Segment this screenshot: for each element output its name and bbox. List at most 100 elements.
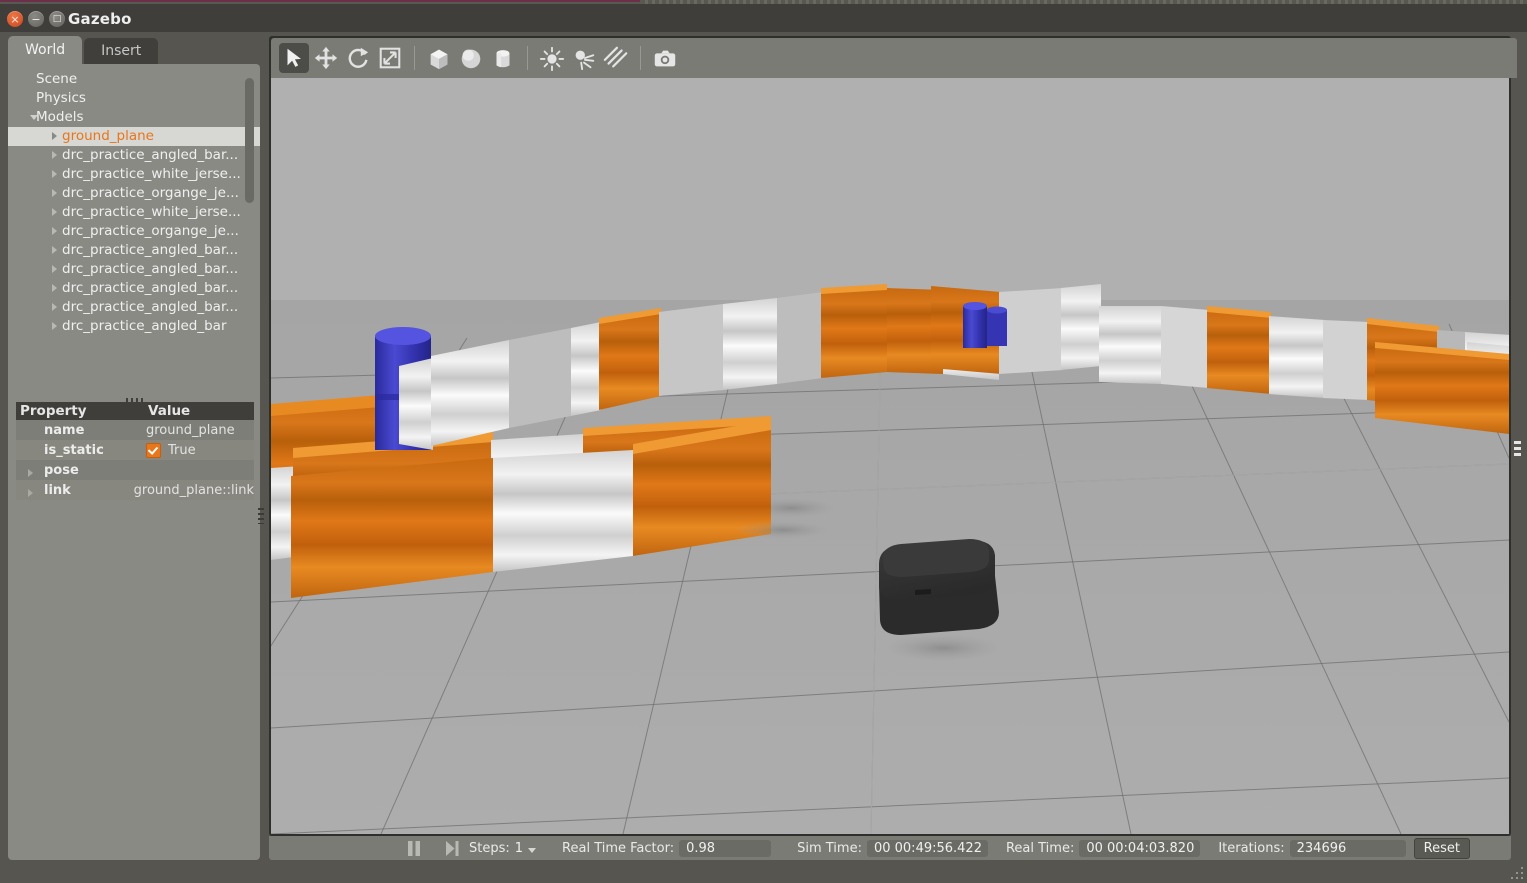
tree-item-drc_practice_angled_bar[interactable]: drc_practice_angled_bar...: [8, 279, 260, 298]
sim-time-value: 00 00:49:56.422: [867, 840, 988, 857]
rotate-button[interactable]: [343, 43, 373, 73]
directional-light-icon: [603, 45, 629, 71]
tree-item-drc_practice_angled_bar[interactable]: drc_practice_angled_bar...: [8, 260, 260, 279]
tree-item-drc_practice_angled_bar[interactable]: drc_practice_angled_bar...: [8, 146, 260, 165]
directional-light-button[interactable]: [601, 43, 631, 73]
3d-scene: [271, 78, 1509, 834]
property-name-label: name: [44, 423, 84, 438]
chevron-right-icon[interactable]: [28, 469, 33, 477]
tree-item-physics[interactable]: Physics: [8, 89, 260, 108]
point-light-button[interactable]: [537, 43, 567, 73]
reset-button[interactable]: Reset: [1414, 838, 1470, 859]
tree-scrollbar-thumb[interactable]: [245, 78, 254, 203]
property-rows: nameground_planeis_staticTruepose link gro…: [16, 420, 254, 500]
tree-item-ground_plane[interactable]: ground_plane: [8, 127, 260, 146]
tree-item-drc_practice_white_jerse[interactable]: drc_practice_white_jerse...: [8, 203, 260, 222]
property-name: link: [16, 483, 126, 498]
tab-world[interactable]: World: [8, 36, 82, 64]
point-light-icon: [539, 45, 565, 71]
tree-item-label: drc_practice_organge_je...: [62, 184, 239, 203]
sim-time-label: Sim Time:: [797, 841, 862, 856]
chevron-right-icon[interactable]: [52, 265, 57, 273]
maximize-icon: □: [49, 11, 65, 27]
property-row[interactable]: is_staticTrue: [16, 440, 254, 460]
jersey-barrier-group-far-right: [1375, 342, 1509, 434]
translate-button[interactable]: [311, 43, 341, 73]
cylinder-button[interactable]: [488, 43, 518, 73]
spot-light-button[interactable]: [569, 43, 599, 73]
tree-item-label: drc_practice_angled_bar...: [62, 146, 238, 165]
tree-item-label: drc_practice_angled_bar...: [62, 260, 238, 279]
tree-scrollbar[interactable]: [245, 78, 254, 346]
chevron-down-icon[interactable]: [30, 115, 38, 120]
chevron-right-icon[interactable]: [52, 132, 57, 140]
property-row[interactable]: pose: [16, 460, 254, 480]
property-value: ground_plane::link: [126, 483, 254, 498]
resize-grip-dot: [1516, 877, 1518, 879]
tree-item-label: drc_practice_angled_bar...: [62, 279, 238, 298]
chevron-right-icon[interactable]: [52, 227, 57, 235]
property-column-header: Property: [16, 402, 142, 420]
chevron-right-icon[interactable]: [52, 189, 57, 197]
tree-item-label: Physics: [36, 90, 86, 106]
chevron-right-icon[interactable]: [28, 489, 33, 497]
cylinder-icon: [490, 45, 516, 71]
tree-item-scene[interactable]: Scene: [8, 70, 260, 89]
resize-grip-dot: [1521, 877, 1523, 879]
tree-item-label: Scene: [36, 71, 77, 87]
close-button[interactable]: ×: [7, 11, 23, 27]
property-table-header: Property Value: [16, 402, 254, 420]
toolbar-separator: [414, 46, 415, 70]
tree-item-drc_practice_organge_je[interactable]: drc_practice_organge_je...: [8, 184, 260, 203]
chevron-right-icon[interactable]: [52, 284, 57, 292]
tree-item-drc_practice_white_jerse[interactable]: drc_practice_white_jerse...: [8, 165, 260, 184]
property-row[interactable]: link ground_plane::link: [16, 480, 254, 500]
screenshot-camera-button[interactable]: [650, 43, 680, 73]
panel-tabs: WorldInsert: [8, 36, 158, 64]
top-strip-accent: [0, 0, 640, 2]
tree-item-label: drc_practice_organge_je...: [62, 222, 239, 241]
scale-icon: [377, 45, 403, 71]
left-panel-resize-grip[interactable]: [258, 508, 264, 524]
checkbox-checked-icon[interactable]: [146, 443, 161, 458]
real-time-value: 00 00:04:03.820: [1079, 840, 1200, 857]
resize-grip-dot: [1521, 867, 1523, 869]
tree-item-drc_practice_organge_je[interactable]: drc_practice_organge_je...: [8, 222, 260, 241]
select-arrow-button[interactable]: [279, 43, 309, 73]
resize-grip-dot: [1516, 872, 1518, 874]
box-button[interactable]: [424, 43, 454, 73]
minimize-icon: −: [28, 11, 44, 27]
tree-item-drc_practice_angled_bar[interactable]: drc_practice_angled_bar...: [8, 298, 260, 317]
step-forward-button[interactable]: [439, 837, 465, 859]
tree-item-label: ground_plane: [62, 127, 154, 146]
sphere-button[interactable]: [456, 43, 486, 73]
simulation-toolbar: Steps: 1 Real Time Factor: 0.98 Sim Time…: [269, 836, 1511, 860]
tree-item-drc_practice_angled_bar[interactable]: drc_practice_angled_bar...: [8, 241, 260, 260]
3d-viewport[interactable]: [271, 78, 1509, 834]
steps-value[interactable]: 1: [515, 841, 523, 856]
chevron-right-icon[interactable]: [52, 151, 57, 159]
chevron-right-icon[interactable]: [52, 246, 57, 254]
pause-icon: [407, 841, 421, 856]
world-tree[interactable]: ScenePhysicsModelsground_planedrc_practi…: [8, 70, 260, 362]
scale-button[interactable]: [375, 43, 405, 73]
tab-insert[interactable]: Insert: [84, 38, 158, 64]
window-resize-grip[interactable]: [1507, 863, 1523, 879]
right-splitter-handle[interactable]: [1514, 441, 1521, 459]
tree-item-drc_practice_angled_bar[interactable]: drc_practice_angled_bar: [8, 317, 260, 336]
chevron-right-icon[interactable]: [52, 170, 57, 178]
property-name-label: link: [44, 483, 71, 498]
maximize-button[interactable]: □: [49, 11, 65, 27]
property-row[interactable]: nameground_plane: [16, 420, 254, 440]
minimize-button[interactable]: −: [28, 11, 44, 27]
left-panel: WorldInsert ScenePhysicsModelsground_pla…: [8, 36, 260, 860]
pause-button[interactable]: [401, 837, 427, 859]
property-name: is_static: [16, 443, 138, 458]
chevron-right-icon[interactable]: [52, 208, 57, 216]
chevron-right-icon[interactable]: [52, 303, 57, 311]
tree-item-models[interactable]: Models: [8, 108, 260, 127]
panel-body: ScenePhysicsModelsground_planedrc_practi…: [8, 64, 260, 860]
chevron-right-icon[interactable]: [52, 322, 57, 330]
robot-model: [879, 539, 1003, 662]
steps-dropdown-caret-icon[interactable]: [528, 848, 536, 853]
